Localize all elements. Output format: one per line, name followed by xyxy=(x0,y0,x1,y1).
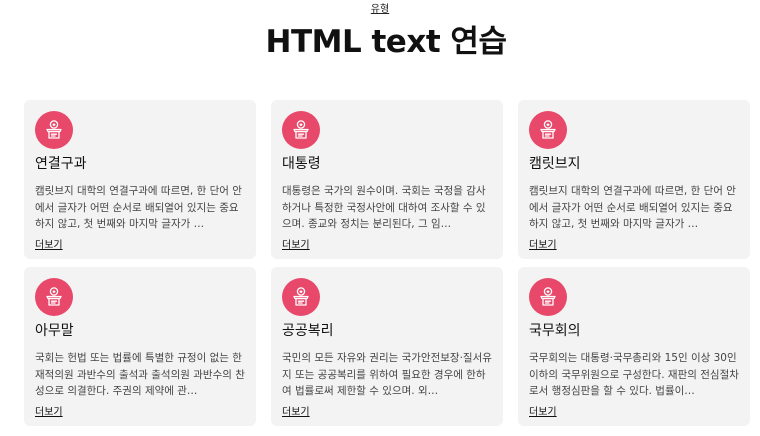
page-title: HTML text 연습 xyxy=(265,24,507,60)
podium-icon xyxy=(529,111,567,149)
more-link[interactable]: 더보기 xyxy=(529,406,557,419)
card-title: 국무회의 xyxy=(529,323,581,339)
card-title: 아무말 xyxy=(35,323,74,339)
podium-icon xyxy=(35,111,73,149)
card-title: 공공복리 xyxy=(282,323,334,339)
eyebrow-link[interactable]: 유형 xyxy=(0,4,760,16)
more-link[interactable]: 더보기 xyxy=(529,239,557,252)
card-description: 국무회의는 대통령·국무총리와 15인 이상 30인 이하의 국무위원으로 구성… xyxy=(529,352,739,397)
podium-icon xyxy=(529,278,567,316)
card: 대통령 대통령은 국가의 원수이며. 국회는 국정을 감사하거나 특정한 국정사… xyxy=(271,100,503,259)
more-link[interactable]: 더보기 xyxy=(35,406,63,419)
podium-icon xyxy=(35,278,73,316)
card-description: 국민의 모든 자유와 권리는 국가안전보장·질서유지 또는 공공복리를 위하여 … xyxy=(282,352,492,397)
card: 연결구과 캠릿브지 대학의 연결구과에 따르면, 한 단어 안에서 글자가 어떤… xyxy=(24,100,256,259)
more-link[interactable]: 더보기 xyxy=(282,239,310,252)
card-description: 캠릿브지 대학의 연결구과에 따르면, 한 단어 안에서 글자가 어떤 순서로 … xyxy=(35,185,242,230)
card-description: 캠릿브지 대학의 연결구과에 따르면, 한 단어 안에서 글자가 어떤 순서로 … xyxy=(529,185,736,230)
card-title: 캠릿브지 xyxy=(529,156,581,172)
card: 캠릿브지 캠릿브지 대학의 연결구과에 따르면, 한 단어 안에서 글자가 어떤… xyxy=(518,100,750,259)
podium-icon xyxy=(282,278,320,316)
card: 공공복리 국민의 모든 자유와 권리는 국가안전보장·질서유지 또는 공공복리를… xyxy=(271,267,503,426)
card-title: 연결구과 xyxy=(35,156,87,172)
card-description: 대통령은 국가의 원수이며. 국회는 국정을 감사하거나 특정한 국정사안에 대… xyxy=(282,185,486,230)
more-link[interactable]: 더보기 xyxy=(282,406,310,419)
more-link[interactable]: 더보기 xyxy=(35,239,63,252)
card-description: 국회는 헌법 또는 법률에 특별한 규정이 없는 한 재적의원 과반수의 출석과… xyxy=(35,352,245,397)
card: 아무말 국회는 헌법 또는 법률에 특별한 규정이 없는 한 재적의원 과반수의… xyxy=(24,267,256,426)
card-title: 대통령 xyxy=(282,156,321,172)
card-grid: 연결구과 캠릿브지 대학의 연결구과에 따르면, 한 단어 안에서 글자가 어떤… xyxy=(24,100,750,426)
card: 국무회의 국무회의는 대통령·국무총리와 15인 이상 30인 이하의 국무위원… xyxy=(518,267,750,426)
podium-icon xyxy=(282,111,320,149)
